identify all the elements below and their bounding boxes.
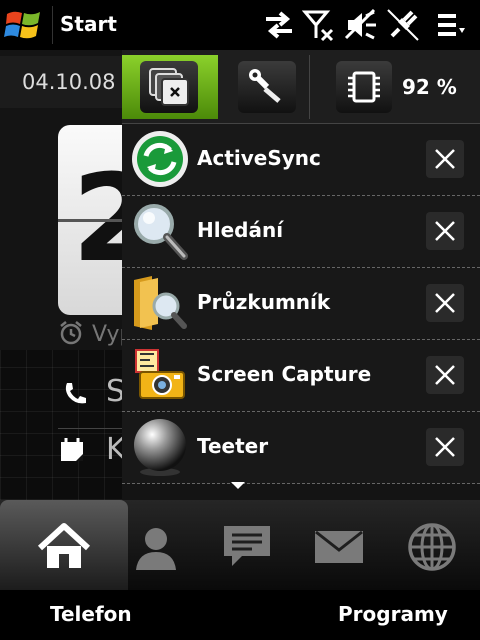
softkey-bar: Telefon Programy xyxy=(0,590,480,640)
date-label: 04.10.08 xyxy=(22,70,116,94)
file-explorer-icon xyxy=(134,276,187,330)
running-programs-frame xyxy=(140,61,198,113)
row-divider xyxy=(58,428,122,429)
search-magnifier-icon xyxy=(134,204,188,260)
program-label: Teeter xyxy=(197,434,269,458)
calendar-icon xyxy=(61,438,83,461)
floor-grid-decoration xyxy=(0,350,122,500)
messages-icon xyxy=(224,526,270,566)
program-row-screen-capture[interactable]: Screen Capture xyxy=(122,340,480,412)
start-title[interactable]: Start xyxy=(60,12,117,36)
phone-icon xyxy=(65,383,86,404)
speaker-muted-icon[interactable] xyxy=(344,8,378,42)
power-plug-icon[interactable] xyxy=(386,8,420,42)
alarm-clock-icon xyxy=(60,321,82,345)
program-label: ActiveSync xyxy=(197,146,321,170)
close-icon xyxy=(435,437,455,457)
no-signal-icon[interactable] xyxy=(302,8,336,42)
menu-icon[interactable] xyxy=(434,8,468,42)
close-program-button[interactable] xyxy=(426,212,464,250)
tools-frame xyxy=(238,61,296,113)
home-icon xyxy=(37,523,91,568)
close-program-button[interactable] xyxy=(426,428,464,466)
memory-chip-icon xyxy=(348,71,380,103)
internet-globe-icon xyxy=(408,523,456,571)
contacts-icon xyxy=(136,528,176,570)
close-program-button[interactable] xyxy=(426,284,464,322)
program-label: Screen Capture xyxy=(197,362,372,386)
tab-internet[interactable] xyxy=(404,500,462,590)
close-icon xyxy=(435,221,455,241)
tab-bar xyxy=(0,500,480,590)
close-icon xyxy=(435,149,455,169)
tab-contacts[interactable] xyxy=(128,500,184,590)
program-row-teeter[interactable]: Teeter xyxy=(122,412,480,484)
status-bar: Start xyxy=(0,0,480,50)
memory-percent: 92 % xyxy=(402,75,457,99)
program-row-activesync[interactable]: ActiveSync xyxy=(122,124,480,196)
activesync-icon xyxy=(132,131,188,187)
dropdown-pointer-icon xyxy=(231,482,245,489)
close-program-button[interactable] xyxy=(426,140,464,178)
left-softkey[interactable]: Telefon xyxy=(50,602,132,626)
program-label: Hledání xyxy=(197,218,284,242)
teeter-ball-icon xyxy=(134,419,186,476)
tab-messages[interactable] xyxy=(218,500,276,590)
screen-capture-camera-icon xyxy=(135,349,185,399)
mail-icon xyxy=(315,530,363,563)
close-icon xyxy=(435,365,455,385)
tab-mail[interactable] xyxy=(310,500,368,590)
status-divider xyxy=(52,6,53,44)
running-programs-button[interactable] xyxy=(122,55,218,119)
program-row-search[interactable]: Hledání xyxy=(122,196,480,268)
data-transfer-icon[interactable] xyxy=(262,8,296,42)
memory-frame xyxy=(336,61,392,113)
close-icon xyxy=(435,293,455,313)
flip-clock-divider xyxy=(58,219,122,222)
windows-start-icon[interactable] xyxy=(4,6,44,44)
right-softkey[interactable]: Programy xyxy=(338,602,448,626)
tab-home[interactable] xyxy=(0,500,128,590)
tools-icon xyxy=(249,69,281,103)
running-programs-list: ActiveSync Hledání Průzkumník Screen Cap… xyxy=(122,124,480,484)
program-label: Průzkumník xyxy=(197,290,331,314)
close-program-button[interactable] xyxy=(426,356,464,394)
program-row-explorer[interactable]: Průzkumník xyxy=(122,268,480,340)
running-programs-icon xyxy=(149,68,189,106)
memory-button[interactable]: 92 % xyxy=(316,55,480,119)
tools-button[interactable] xyxy=(226,55,310,119)
